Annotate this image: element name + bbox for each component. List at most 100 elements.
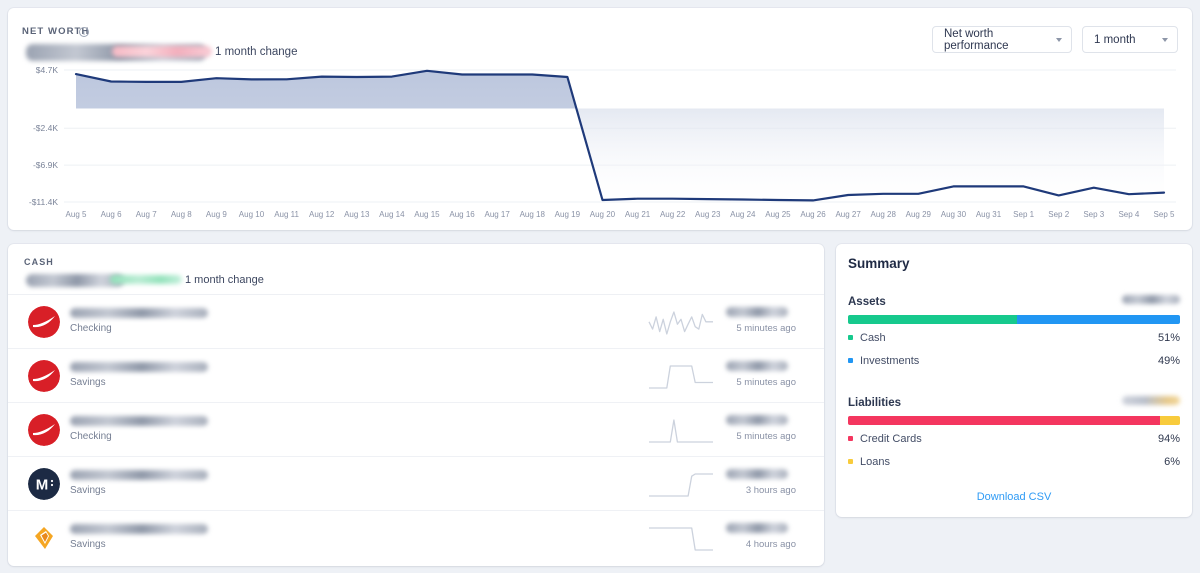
- account-row[interactable]: Checking 5 minutes ago: [8, 403, 824, 457]
- legend-row: Loans 6%: [848, 452, 1180, 471]
- summary-section-liabilities: Liabilities Credit Cards 94% Loans 6%: [848, 393, 1180, 471]
- chart-x-tick: Aug 5: [65, 210, 87, 219]
- chart-x-tick: Aug 18: [519, 210, 545, 219]
- account-name-redacted: [70, 470, 208, 480]
- chart-y-tick: -$2.4K: [32, 123, 58, 134]
- bar-segment-investments: [1017, 315, 1180, 324]
- account-updated: 4 hours ago: [745, 539, 796, 550]
- account-row[interactable]: Savings 5 minutes ago: [8, 349, 824, 403]
- bar-segment-cash: [848, 315, 1018, 324]
- chart-x-tick: Aug 22: [659, 210, 686, 219]
- chart-x-tick: Aug 15: [414, 210, 440, 219]
- chart-x-tick: Aug 13: [344, 210, 370, 219]
- red-swoosh-logo-icon: [28, 360, 60, 392]
- section-name: Assets: [848, 296, 886, 308]
- account-type: Checking: [70, 431, 112, 442]
- chart-x-tick: Aug 12: [308, 210, 335, 219]
- chart-x-tick: Aug 14: [379, 210, 405, 219]
- account-type: Savings: [70, 539, 106, 550]
- chart-x-tick: Aug 26: [800, 210, 826, 219]
- account-balance-redacted: [726, 523, 788, 533]
- net-worth-card: NET WORTH i 1 month change Net worth per…: [8, 8, 1192, 230]
- chart-x-tick: Sep 5: [1153, 210, 1175, 219]
- chart-y-tick: $4.7K: [35, 65, 58, 75]
- account-balance-redacted: [726, 415, 788, 425]
- summary-card: Summary Assets Cash 51% Investments 49% …: [836, 244, 1192, 517]
- chart-x-tick: Sep 3: [1083, 210, 1105, 219]
- section-total-redacted: [1122, 396, 1180, 405]
- chart-y-axis: $4.7K -$2.4K -$6.9K -$11.4K: [8, 65, 64, 207]
- bar-segment-loans: [1160, 416, 1180, 425]
- cash-card: CASH 1 month change Checking 5 minutes a…: [8, 244, 824, 566]
- account-sparkline: [648, 416, 714, 444]
- summary-section-assets: Assets Cash 51% Investments 49%: [848, 292, 1180, 370]
- chart-x-tick: Aug 30: [940, 210, 967, 219]
- cash-change-redacted: [110, 275, 182, 284]
- section-header: Liabilities: [848, 393, 1180, 413]
- account-row[interactable]: Checking 5 minutes ago: [8, 295, 824, 349]
- chart-y-tick: -$6.9K: [32, 160, 58, 171]
- legend-pct: 51%: [1157, 331, 1180, 344]
- account-list: Checking 5 minutes ago Savings 5 minutes…: [8, 295, 824, 565]
- legend-label: Investments: [860, 354, 920, 367]
- chevron-down-icon: [1056, 37, 1062, 42]
- chart-x-tick: Aug 7: [135, 210, 157, 219]
- chart-x-tick: Aug 20: [589, 210, 616, 219]
- chart-plot-area[interactable]: [64, 66, 1176, 206]
- account-name-redacted: [70, 524, 208, 534]
- account-balance-redacted: [726, 307, 788, 317]
- legend-pct: 94%: [1157, 432, 1180, 445]
- chart-x-tick: Aug 17: [484, 210, 510, 219]
- chart-x-tick: Aug 28: [870, 210, 896, 219]
- account-name-redacted: [70, 308, 208, 318]
- section-bar: [848, 315, 1180, 324]
- legend-dot-icon: [848, 358, 853, 363]
- chart-x-tick: Aug 8: [170, 210, 192, 219]
- summary-title: Summary: [848, 256, 910, 271]
- performance-select[interactable]: Net worth performance: [932, 26, 1072, 53]
- info-icon[interactable]: i: [79, 27, 89, 37]
- cash-header: CASH 1 month change: [8, 244, 824, 295]
- gold-diamond-logo-icon: [28, 522, 60, 554]
- account-name-redacted: [70, 416, 208, 426]
- chart-x-tick: Aug 16: [449, 210, 475, 219]
- account-updated: 5 minutes ago: [736, 431, 796, 442]
- account-updated: 5 minutes ago: [736, 377, 796, 388]
- account-sparkline: [648, 524, 714, 552]
- chart-x-tick: Aug 19: [554, 210, 581, 219]
- chart-x-tick: Sep 1: [1013, 210, 1035, 219]
- download-csv-link[interactable]: Download CSV: [836, 491, 1192, 503]
- legend-pct: 49%: [1157, 354, 1180, 367]
- account-row[interactable]: M Savings 3 hours ago: [8, 457, 824, 511]
- account-type: Savings: [70, 377, 106, 388]
- red-swoosh-logo-icon: [28, 414, 60, 446]
- legend-dot-icon: [848, 335, 853, 340]
- chart-x-tick: Aug 25: [765, 210, 791, 219]
- account-row[interactable]: Savings 4 hours ago: [8, 511, 824, 565]
- chart-x-tick: Aug 10: [238, 210, 265, 219]
- red-swoosh-logo-icon: [28, 306, 60, 338]
- section-name: Liabilities: [848, 397, 902, 409]
- account-type: Checking: [70, 323, 112, 334]
- legend-row: Credit Cards 94%: [848, 429, 1180, 448]
- legend-dot-icon: [848, 436, 853, 441]
- net-worth-change-redacted: [112, 46, 212, 57]
- bar-segment-credit-cards: [848, 416, 1161, 425]
- legend-label: Loans: [860, 455, 890, 468]
- section-total-redacted: [1122, 295, 1180, 304]
- account-sparkline: [648, 362, 714, 390]
- chevron-down-icon: [1162, 37, 1168, 42]
- chart-x-tick: Aug 24: [730, 210, 756, 219]
- account-balance-redacted: [726, 361, 788, 371]
- legend-label: Credit Cards: [860, 432, 922, 445]
- section-bar: [848, 416, 1180, 425]
- chart-x-tick: Aug 29: [905, 210, 931, 219]
- chart-x-tick: Sep 2: [1048, 210, 1070, 219]
- dashboard-page: NET WORTH i 1 month change Net worth per…: [0, 0, 1200, 573]
- chart-x-tick: Aug 23: [695, 210, 721, 219]
- account-sparkline: [648, 470, 714, 498]
- net-worth-chart: $4.7K -$2.4K -$6.9K -$11.4K Aug 5 Aug 6 Aug 7…: [8, 65, 1192, 226]
- net-worth-change-caption: 1 month change: [215, 46, 298, 58]
- range-select[interactable]: 1 month: [1082, 26, 1178, 53]
- legend-pct: 6%: [1164, 455, 1180, 468]
